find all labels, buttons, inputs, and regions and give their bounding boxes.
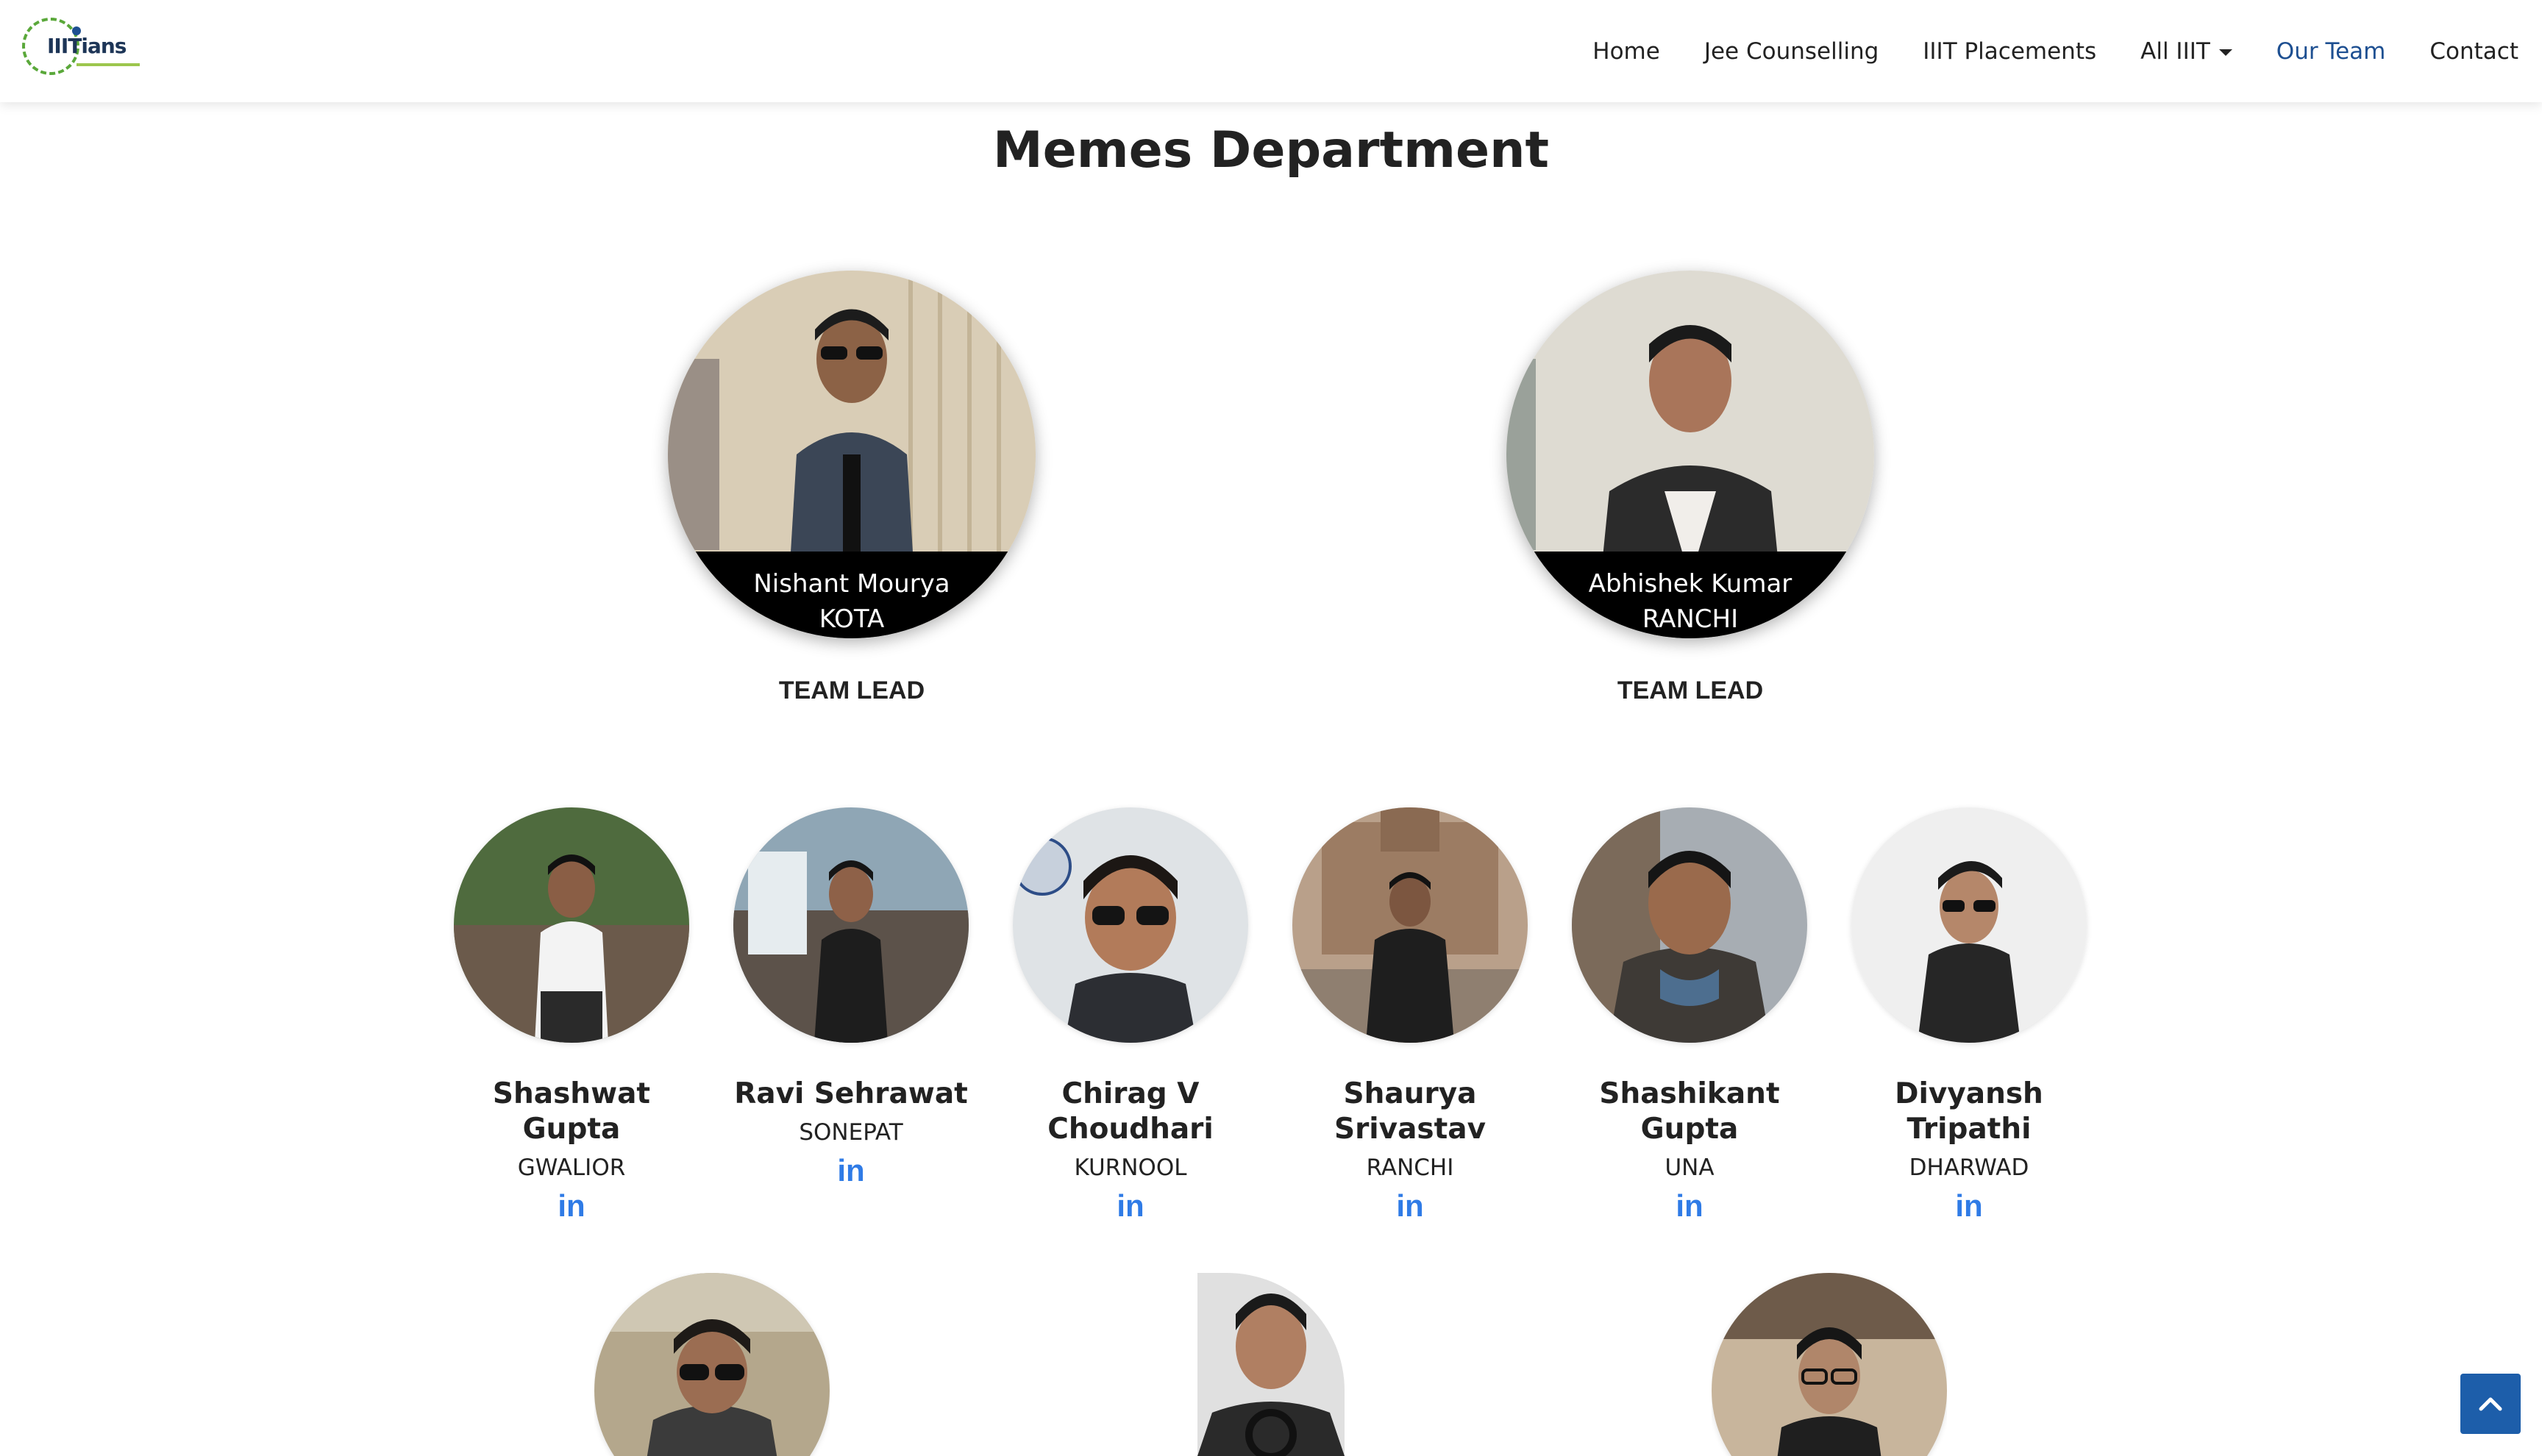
- member-card: Chirag V Choudhari KURNOOL in: [1013, 807, 1248, 1222]
- team-lead-caption: Abhishek Kumar RANCHI: [1506, 552, 1874, 638]
- team-lead-city: RANCHI: [1642, 604, 1739, 634]
- person-photo-placeholder: [1712, 1273, 1947, 1456]
- caret-down-icon: [2218, 49, 2232, 56]
- back-to-top-button[interactable]: [2460, 1374, 2521, 1434]
- member-photo: [594, 1273, 830, 1456]
- member-photo: [1572, 807, 1807, 1043]
- member-photo: [454, 807, 689, 1043]
- team-lead-photo: Abhishek Kumar RANCHI: [1506, 271, 1874, 638]
- person-photo-placeholder: [594, 1273, 830, 1456]
- linkedin-icon[interactable]: in: [1676, 1190, 1703, 1222]
- member-city: DHARWAD: [1909, 1155, 2029, 1181]
- person-photo-placeholder: [454, 807, 689, 1043]
- member-photo: [1292, 807, 1528, 1043]
- nav-iiit-placements[interactable]: IIIT Placements: [1923, 38, 2096, 65]
- team-lead-name: Nishant Mourya: [753, 569, 950, 599]
- person-photo-placeholder: [1851, 807, 2087, 1043]
- team-lead-role: TEAM LEAD: [1617, 677, 1764, 704]
- member-city: UNA: [1665, 1155, 1715, 1181]
- member-card: Ravi Sehrawat SONEPAT in: [733, 807, 969, 1187]
- member-name: Chirag V Choudhari: [1047, 1077, 1214, 1146]
- logo-text: IIITians: [47, 34, 127, 58]
- member-card: Shaurya Srivastav RANCHI in: [1292, 807, 1528, 1222]
- site-logo[interactable]: IIITians: [22, 18, 140, 75]
- member-name: Divyansh Tripathi: [1895, 1077, 2043, 1146]
- team-lead-photo: Nishant Mourya KOTA: [668, 271, 1036, 638]
- member-photo-partial: [1712, 1273, 1947, 1456]
- member-city: RANCHI: [1366, 1155, 1454, 1181]
- team-lead-card: Nishant Mourya KOTA TEAM LEAD: [668, 271, 1036, 705]
- linkedin-icon[interactable]: in: [558, 1190, 585, 1222]
- member-city: KURNOOL: [1074, 1155, 1187, 1181]
- department-title: Memes Department: [993, 121, 1549, 179]
- person-photo-placeholder: [1292, 807, 1528, 1043]
- team-lead-city: KOTA: [819, 604, 885, 634]
- member-photo: [1851, 807, 2087, 1043]
- member-photo-partial: [594, 1273, 830, 1456]
- member-photo-partial: [1197, 1273, 1345, 1456]
- team-lead-card: Abhishek Kumar RANCHI TEAM LEAD: [1506, 271, 1874, 705]
- team-lead-role: TEAM LEAD: [778, 677, 925, 704]
- member-city: SONEPAT: [799, 1119, 903, 1146]
- linkedin-icon[interactable]: in: [1955, 1190, 1982, 1222]
- member-card: Divyansh Tripathi DHARWAD in: [1851, 807, 2087, 1222]
- nav-all-iiit-label: All IIIT: [2140, 38, 2210, 65]
- linkedin-icon[interactable]: in: [1396, 1190, 1423, 1222]
- member-name: Shashikant Gupta: [1599, 1077, 1780, 1146]
- logo-underline: [76, 63, 140, 66]
- nav-links: Home Jee Counselling IIIT Placements All…: [1548, 0, 2518, 102]
- navbar: IIITians Home Jee Counselling IIIT Place…: [0, 0, 2542, 102]
- member-card: Shashwat Gupta GWALIOR in: [454, 807, 689, 1222]
- member-name: Ravi Sehrawat: [734, 1077, 968, 1110]
- person-photo-placeholder: [1013, 807, 1248, 1043]
- member-name: Shashwat Gupta: [492, 1077, 651, 1146]
- team-lead-caption: Nishant Mourya KOTA: [668, 552, 1036, 638]
- nav-contact[interactable]: Contact: [2429, 38, 2518, 65]
- nav-jee-counselling[interactable]: Jee Counselling: [1704, 38, 1879, 65]
- nav-home[interactable]: Home: [1592, 38, 1660, 65]
- member-card: Shashikant Gupta UNA in: [1572, 807, 1807, 1222]
- nav-all-iiit-dropdown[interactable]: All IIIT: [2140, 38, 2232, 65]
- person-photo-placeholder: [1572, 807, 1807, 1043]
- chevron-up-icon: [2479, 1397, 2502, 1411]
- team-lead-name: Abhishek Kumar: [1588, 569, 1792, 599]
- person-photo-placeholder: [1197, 1273, 1345, 1456]
- member-photo: [733, 807, 969, 1043]
- person-photo-placeholder: [733, 807, 969, 1043]
- member-name: Shaurya Srivastav: [1334, 1077, 1487, 1146]
- linkedin-icon[interactable]: in: [837, 1155, 864, 1187]
- member-photo: [1013, 807, 1248, 1043]
- nav-our-team[interactable]: Our Team: [2276, 38, 2386, 65]
- linkedin-icon[interactable]: in: [1117, 1190, 1144, 1222]
- member-photo: [1712, 1273, 1947, 1456]
- member-city: GWALIOR: [517, 1155, 626, 1181]
